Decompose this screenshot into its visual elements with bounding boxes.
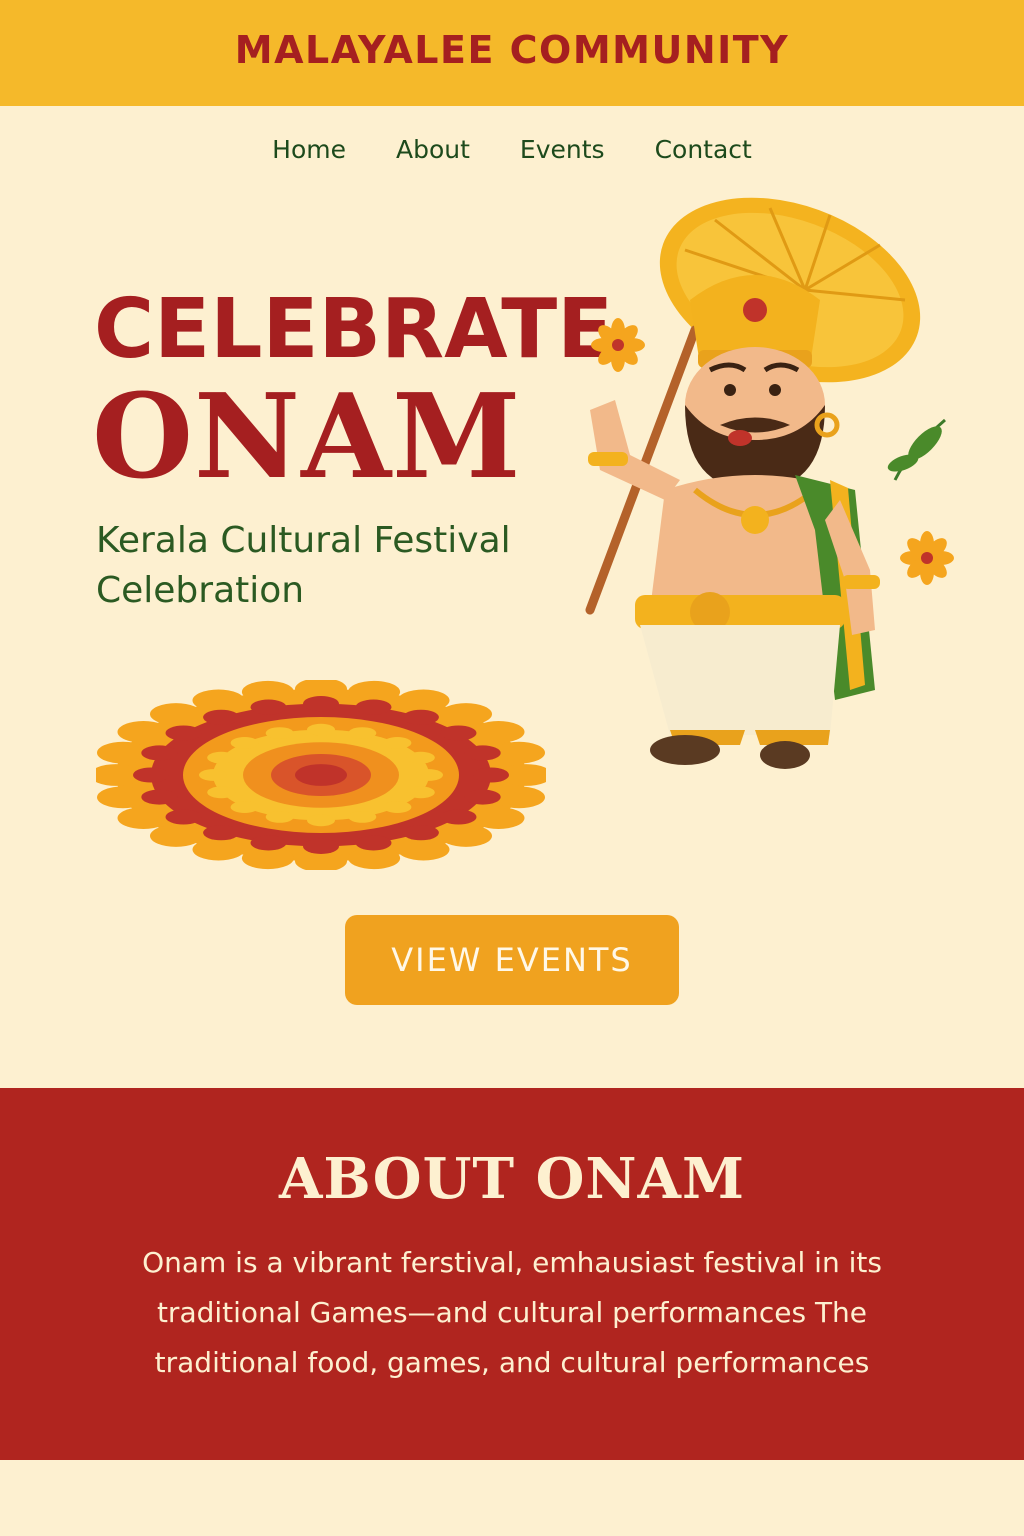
mahabali-illustration — [585, 197, 954, 769]
about-body: Onam is a vibrant ferstival, emhausiast … — [142, 1246, 882, 1379]
site-brand: MALAYALEE COMMUNITY — [234, 28, 790, 72]
hero-title-celebrate: CELEBRATE — [94, 282, 614, 377]
main-nav: Home About Events Contact — [0, 128, 1024, 172]
about-section: ABOUT ONAM Onam is a vibrant ferstival, … — [0, 1088, 1024, 1460]
leaf-icon — [887, 418, 946, 481]
flower-icon — [900, 531, 954, 585]
pookalam-illustration — [96, 680, 546, 870]
hero-subtitle: Kerala Cultural Festival Celebration — [96, 520, 511, 611]
site-header: MALAYALEE COMMUNITY — [0, 0, 1024, 106]
view-events-button[interactable]: VIEW EVENTS — [345, 915, 679, 1005]
hero-title-onam: ONAM — [92, 369, 522, 505]
flower-icon — [591, 318, 645, 372]
nav-events-link[interactable]: Events — [520, 128, 605, 172]
nav-about-link[interactable]: About — [396, 128, 470, 172]
nav-contact-link[interactable]: Contact — [655, 128, 752, 172]
about-title: ABOUT ONAM — [278, 1146, 745, 1212]
nav-home-link[interactable]: Home — [272, 128, 346, 172]
